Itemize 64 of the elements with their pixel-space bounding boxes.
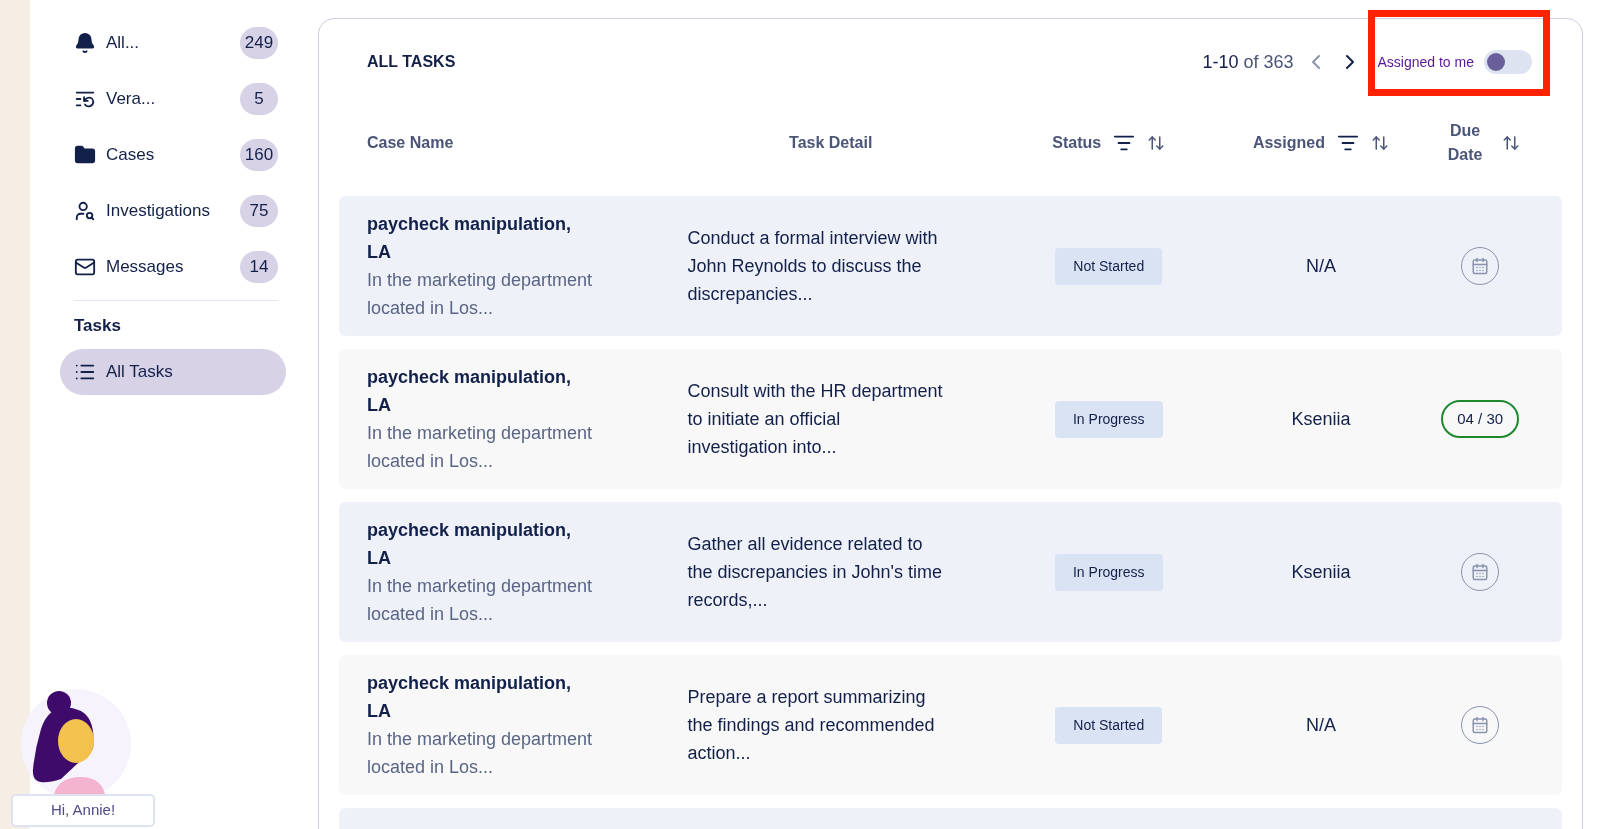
task-detail: Consult with the HR department to initiate an official investigation into...: [687, 380, 944, 459]
sidebar-item[interactable]: Cases 160: [60, 132, 286, 178]
case-description: In the marketing department located in Los...: [367, 728, 594, 779]
folder-icon: [74, 144, 96, 166]
count-badge: 160: [240, 139, 278, 171]
assigned-toggle[interactable]: [1484, 50, 1532, 74]
sidebar-item-label: Cases: [106, 144, 156, 167]
sidebar-item[interactable]: Messages 14: [60, 244, 286, 290]
sidebar-item[interactable]: All Tasks: [60, 348, 286, 395]
case-name: paycheck manipulation, LA: [367, 213, 573, 264]
bell-icon: [74, 32, 96, 54]
case-name: paycheck manipulation, LA: [367, 366, 573, 417]
calendar-icon: [1471, 563, 1490, 581]
sidebar-item-label: All Tasks: [106, 360, 174, 383]
count-badge: 75: [240, 195, 278, 227]
sidebar-item-label: All...: [106, 32, 141, 55]
calendar-icon: [1471, 716, 1490, 734]
case-description: In the marketing department located in Los...: [367, 422, 594, 473]
section-title: Tasks: [74, 315, 122, 337]
case-description: In the marketing department located in Los...: [367, 269, 594, 320]
sidebar-item[interactable]: Investigations 75: [60, 188, 286, 234]
count-badge: 249: [240, 27, 278, 59]
column-header: Due Date: [1446, 121, 1484, 165]
assignee: Kseniia: [1290, 560, 1352, 584]
panel-title: ALL TASKS: [367, 52, 457, 72]
case-description: In the marketing department located in Los...: [367, 575, 594, 626]
pager-range: 1-10: [1202, 50, 1239, 74]
sidebar-item-label: Vera...: [106, 88, 157, 111]
assignee: N/A: [1304, 254, 1337, 278]
column-header: Task Detail: [789, 133, 873, 153]
user-search-icon: [74, 200, 96, 222]
column-header: Assigned: [1252, 133, 1325, 153]
task-row[interactable]: paycheck manipulation, LA In the marketing department located in Los... Gather all evidence related to the discrepancies in John's time records,... In Progress Kseniia: [339, 502, 1562, 642]
task-row[interactable]: paycheck manipulation, LA In the marketing department located in Los... Prepare a report summarizing the findings and recommended action... Not Started N/A: [339, 655, 1562, 795]
status-badge: In Progress: [1055, 553, 1163, 591]
status-badge: Not Started: [1055, 706, 1163, 744]
greeting-label: Hi, Annie!: [11, 794, 155, 827]
case-name: paycheck manipulation, LA: [367, 519, 573, 570]
due-date-badge[interactable]: 04 / 30: [1441, 399, 1520, 439]
calendar-icon: [1471, 257, 1490, 275]
count-badge: 5: [240, 83, 278, 115]
task-detail: Conduct a formal interview with John Reynolds to discuss the discrepancies...: [687, 227, 939, 306]
column-header: Status: [1052, 133, 1102, 153]
assignee: N/A: [1304, 713, 1337, 737]
sidebar-item-label: Investigations: [106, 200, 211, 223]
assignee: Kseniia: [1290, 407, 1352, 431]
column-header: Case Name: [367, 133, 454, 153]
case-name: paycheck manipulation, LA: [367, 672, 573, 723]
status-badge: Not Started: [1055, 247, 1163, 285]
task-row[interactable]: paycheck manipulation, LA In the marketing department located in Los... Consult with the HR department to initiate an official investigation into... In Progress Kseniia 04 / 30: [339, 349, 1562, 489]
pager-total: of 363: [1243, 50, 1294, 74]
task-row[interactable]: paycheck manipulation, LA In the marketing department located in Los... Conduct a formal interview with John Reynolds to discuss the discrepancies... Not Started N/A: [339, 196, 1562, 336]
sidebar-item[interactable]: All... 249: [60, 20, 286, 66]
sort-icon[interactable]: [1502, 134, 1521, 152]
sidebar-item[interactable]: Vera... 5: [60, 76, 286, 122]
sidebar-item-label: Messages: [106, 256, 185, 279]
mail-icon: [74, 256, 96, 278]
sort-icon[interactable]: [1370, 134, 1389, 152]
toggle-label: Assigned to me: [1377, 52, 1474, 72]
task-detail: Prepare a report summarizing the findings and recommended action...: [687, 686, 936, 765]
task-detail: Gather all evidence related to the discrepancies in John's time records,...: [687, 533, 944, 612]
status-badge: In Progress: [1055, 400, 1163, 438]
count-badge: 14: [240, 251, 278, 283]
sort-icon[interactable]: [1147, 134, 1166, 152]
